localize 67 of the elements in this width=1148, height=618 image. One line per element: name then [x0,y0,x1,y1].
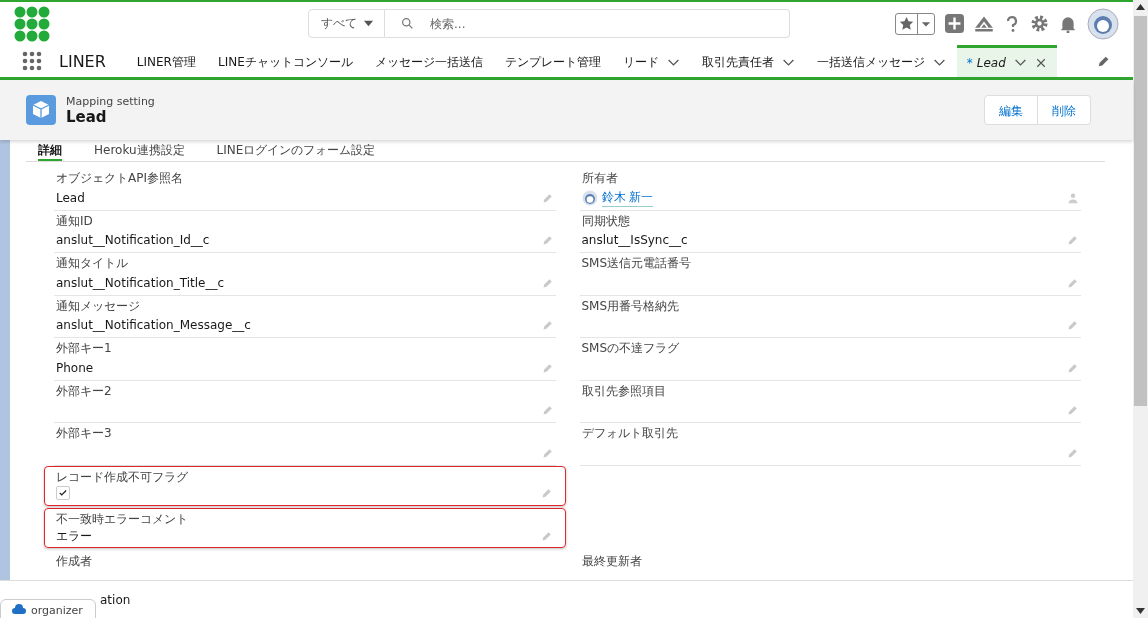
field-value: anslut__Notification_Message__c [56,318,251,332]
field-value: anslut__Notification_Id__c [56,233,210,247]
field-label: 通知タイトル [56,255,129,272]
action-button[interactable]: 削除 [1038,95,1091,125]
plus-icon[interactable] [945,14,964,33]
scroll-down-icon[interactable] [1136,608,1145,614]
star-icon [899,16,914,31]
field-label: 最終更新者 [581,552,643,570]
nav-tab[interactable]: LINEチャットコンソール [206,45,364,77]
field-label: 通知ID [56,212,94,230]
nav-tab[interactable]: テンプレート管理 [493,45,612,77]
nav-tab[interactable]: 一括送信メッセージ [805,45,957,77]
close-icon[interactable] [1034,56,1047,69]
caret-icon [363,18,374,29]
edit-icon[interactable] [1097,54,1111,68]
settings-icon[interactable] [1030,14,1049,33]
app-launcher-icon[interactable] [22,51,42,71]
scroll-up-icon[interactable] [1136,4,1145,10]
field-label: 外部キー3 [56,425,113,442]
nav-tab[interactable]: メッセージ一括送信 [363,45,494,77]
nav-tab[interactable]: 取引先責任者 [690,45,806,77]
cube-icon [26,95,56,125]
logo-icon [14,5,50,42]
field-label: SMS送信元電話番号 [581,255,693,272]
nav-tab[interactable]: LINER管理 [125,45,207,77]
field-label: SMSの不達フラグ [581,340,681,357]
record-title: Lead [66,107,108,126]
field-label: 取引先参照項目 [581,382,667,400]
check-icon [58,488,68,498]
record-tab[interactable]: 詳細 [38,140,62,161]
footer-text: ation [100,592,131,607]
checkbox[interactable] [56,486,70,500]
field-label: 不一致時エラーコメント [56,511,189,528]
field-label: オブジェクトAPI参照名 [56,170,184,187]
owner-link[interactable]: 鈴木 新一 [601,188,654,207]
record-type: Mapping setting [66,94,155,108]
field-label: デフォルト取引先 [581,425,679,442]
field-label: SMS用番号格納先 [581,297,681,315]
app-name: LINER [59,51,106,71]
record-tab[interactable]: Heroku連携設定 [94,140,185,161]
field-label: 作成者 [56,552,93,570]
nav-tab[interactable]: リード [611,45,691,77]
favorites-button[interactable] [895,12,935,35]
avatar-icon[interactable] [1087,7,1119,40]
avatar-icon [581,189,598,206]
scrollbar[interactable] [1133,0,1148,618]
field-label: 外部キー2 [56,382,113,400]
nav-tab[interactable]: * Lead [956,45,1057,77]
field-value: anslut__IsSync__c [581,233,688,247]
field-label: 所有者 [581,170,619,187]
field-value: Lead [56,190,85,205]
field-value: Phone [56,360,94,375]
field-label: レコード作成不可フラグ [56,468,189,486]
organizer-tab[interactable]: organizer [0,599,96,618]
bell-icon[interactable] [1059,14,1077,33]
action-button[interactable]: 編集 [984,95,1038,125]
change-owner-icon[interactable] [1067,191,1079,204]
field-value: anslut__Notification_Title__c [56,275,225,290]
field-label: 通知メッセージ [56,297,141,315]
field-value: エラー [56,527,92,545]
search-field[interactable]: 検索... [385,9,790,38]
field-label: 同期状態 [581,212,631,230]
help-icon[interactable] [1004,14,1020,33]
search-scope-dropdown[interactable]: すべて [308,9,385,38]
field-label: 外部キー1 [56,340,113,357]
record-tab[interactable]: LINEログインのフォーム設定 [216,140,376,161]
scroll-thumb[interactable] [1134,16,1147,406]
